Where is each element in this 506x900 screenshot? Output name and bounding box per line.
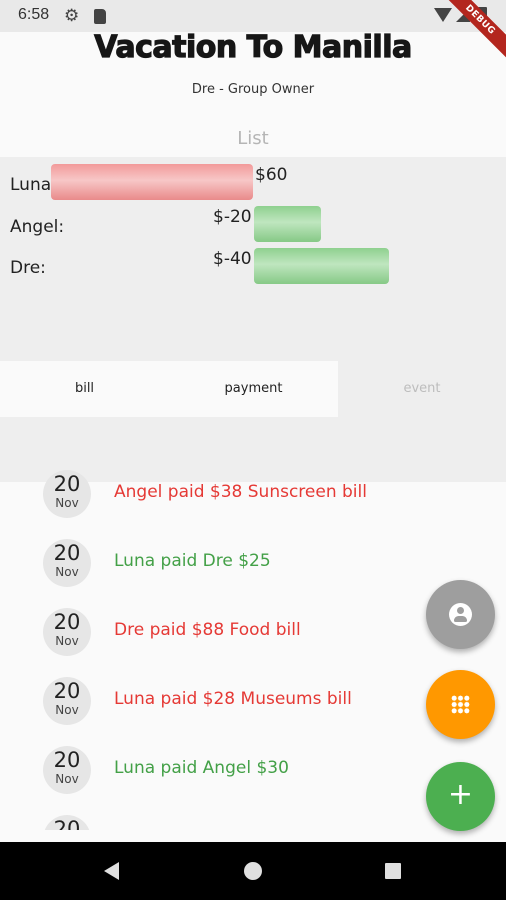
tab-payment[interactable]: payment bbox=[169, 361, 338, 417]
balance-name-angel: Angel: bbox=[10, 217, 65, 237]
date-month: Nov bbox=[55, 496, 79, 510]
event-type-tabs: bill payment event bbox=[0, 361, 506, 417]
tab-bill[interactable]: bill bbox=[0, 361, 169, 417]
list-item[interactable]: 20 Nov Angel paid $38 Sunscreen bill bbox=[0, 460, 506, 529]
date-month: Nov bbox=[55, 634, 79, 648]
date-day: 20 bbox=[53, 748, 81, 772]
status-bar: 6:58 ⚙ DEBUG bbox=[0, 0, 506, 60]
navigation-bar bbox=[0, 842, 506, 900]
event-description: Luna paid $28 Museums bill bbox=[114, 689, 352, 709]
recent-apps-icon[interactable] bbox=[385, 863, 401, 879]
date-badge: 20 Nov bbox=[43, 608, 91, 656]
apps-button[interactable] bbox=[426, 670, 495, 739]
event-description: Luna paid Dre $25 bbox=[114, 551, 271, 571]
date-day: 20 bbox=[53, 541, 81, 565]
profile-button[interactable] bbox=[426, 580, 495, 649]
date-day: 20 bbox=[53, 472, 81, 496]
group-owner-subtitle: Dre - Group Owner bbox=[191, 82, 315, 97]
balance-bar-dre bbox=[254, 248, 389, 284]
plus-icon: + bbox=[447, 777, 474, 812]
tab-list[interactable]: List bbox=[0, 121, 506, 157]
balance-name-luna: Luna: bbox=[10, 175, 57, 195]
home-icon[interactable] bbox=[244, 862, 262, 880]
date-day: 20 bbox=[53, 679, 81, 703]
apps-grid-icon bbox=[451, 695, 470, 714]
sd-card-icon bbox=[94, 9, 106, 24]
page-title: Vacation To Manilla bbox=[94, 29, 413, 65]
back-icon[interactable] bbox=[104, 862, 119, 880]
date-badge: 20 Nov bbox=[43, 746, 91, 794]
add-button[interactable]: + bbox=[426, 762, 495, 831]
gear-icon: ⚙ bbox=[64, 6, 80, 26]
status-time: 6:58 bbox=[18, 6, 50, 23]
balance-bar-angel bbox=[254, 206, 321, 242]
date-day: 20 bbox=[53, 817, 81, 830]
balance-amount-dre: $-40 bbox=[213, 249, 252, 269]
tab-event[interactable]: event bbox=[338, 361, 506, 417]
view-tabs: List Graph bbox=[0, 121, 506, 482]
balance-name-dre: Dre: bbox=[10, 258, 46, 278]
date-badge: 20 Nov bbox=[43, 677, 91, 725]
balance-amount-luna: $60 bbox=[255, 165, 288, 185]
balance-graph: Luna: $60 Angel: $-20 Dre: $-40 bbox=[0, 157, 506, 361]
wifi-icon bbox=[434, 8, 452, 22]
date-month: Nov bbox=[55, 772, 79, 786]
date-badge: 20 bbox=[43, 815, 91, 830]
event-description: Luna paid Angel $30 bbox=[114, 758, 289, 778]
date-month: Nov bbox=[55, 565, 79, 579]
date-month: Nov bbox=[55, 703, 79, 717]
balance-amount-angel: $-20 bbox=[213, 207, 252, 227]
event-description: Angel paid $38 Sunscreen bill bbox=[114, 482, 367, 502]
event-description: Dre paid $88 Food bill bbox=[114, 620, 301, 640]
account-circle-icon bbox=[449, 603, 472, 626]
date-badge: 20 Nov bbox=[43, 539, 91, 587]
balance-bar-luna bbox=[51, 164, 253, 200]
date-badge: 20 Nov bbox=[43, 470, 91, 518]
date-day: 20 bbox=[53, 610, 81, 634]
list-item[interactable]: 20 Nov Luna paid Dre $25 bbox=[0, 529, 506, 598]
